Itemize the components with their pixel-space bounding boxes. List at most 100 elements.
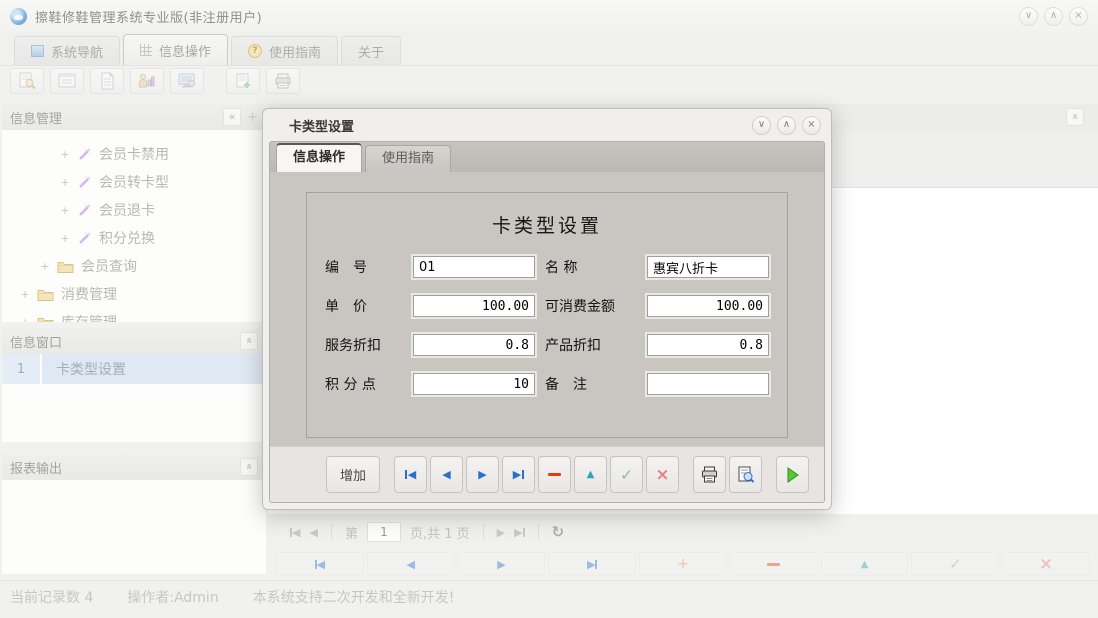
x-icon: × (1039, 554, 1053, 574)
minimize-button[interactable]: ∨ (1019, 7, 1038, 26)
card-type-form: 卡类型设置 编 号 名 称 单 价 可消费金额 服务折扣 产品折扣 积 分 点 (306, 192, 788, 438)
record-insert-button[interactable]: + (639, 552, 727, 576)
record-last-button[interactable]: ▶ (548, 552, 636, 576)
add-record-button[interactable] (226, 68, 260, 94)
page-number-input[interactable] (367, 522, 401, 542)
dialog-tab-information-operation[interactable]: 信息操作 (276, 143, 362, 172)
nav-next-button[interactable]: ▶ (466, 456, 499, 493)
cancel-button[interactable]: × (646, 456, 679, 493)
tab-information-operation[interactable]: 信息操作 (123, 34, 228, 65)
printer-button[interactable] (266, 68, 300, 94)
record-post-button[interactable]: ✓ (911, 552, 999, 576)
sidebar: 信息管理 « + + 会员卡禁用 + 会员转卡型 + 会员退卡 + 积分兑换 +… (0, 96, 268, 580)
dialog-maximize-button[interactable]: ∧ (777, 116, 796, 135)
remark-input[interactable] (647, 373, 769, 395)
dialog-close-button[interactable]: × (802, 116, 821, 135)
first-page-button[interactable]: ◀ (290, 527, 300, 538)
play-icon (786, 467, 800, 483)
product-discount-input[interactable] (647, 334, 769, 356)
code-input[interactable] (413, 256, 535, 278)
member-report-button[interactable] (130, 68, 164, 94)
add-button[interactable]: 增加 (326, 456, 380, 493)
dialog-header: 卡类型设置 ∨ ∧ × (263, 109, 831, 141)
record-first-button[interactable]: ◀ (276, 552, 364, 576)
tree-item-points-exchange[interactable]: + 积分兑换 (2, 224, 266, 252)
service-discount-input[interactable] (413, 334, 535, 356)
minus-icon (548, 473, 561, 476)
tree-item-member-card-disable[interactable]: + 会员卡禁用 (2, 140, 266, 168)
monitor-button[interactable] (170, 68, 204, 94)
field-label-points: 积 分 点 (325, 374, 403, 394)
expand-icon[interactable]: + (60, 148, 70, 161)
close-button[interactable]: × (1069, 7, 1088, 26)
expand-icon[interactable]: + (60, 204, 70, 217)
page-suffix-label: 页,共 1 页 (410, 523, 470, 542)
collapse-info-window-button[interactable]: « (240, 332, 258, 350)
close-icon: × (1074, 10, 1082, 21)
chevrons-up-icon: « (241, 463, 256, 470)
edit-button[interactable]: ▲ (574, 456, 607, 493)
tab-about[interactable]: 关于 (341, 36, 401, 65)
document-search-button[interactable] (10, 68, 44, 94)
document-button[interactable] (90, 68, 124, 94)
bar-icon (522, 470, 524, 479)
run-button[interactable] (776, 456, 809, 493)
maximize-button[interactable]: ∧ (1044, 7, 1063, 26)
expand-icon[interactable]: + (20, 288, 30, 301)
expand-icon[interactable]: + (20, 316, 30, 323)
delete-button[interactable] (538, 456, 571, 493)
tree-item-inventory-management[interactable]: + 库存管理 (2, 308, 266, 322)
tree-item-member-card-transfer[interactable]: + 会员转卡型 (2, 168, 266, 196)
collapse-main-panel-button[interactable]: « (1066, 108, 1084, 126)
name-input[interactable] (647, 256, 769, 278)
nav-first-button[interactable]: ◀ (394, 456, 427, 493)
wand-icon (77, 176, 92, 189)
field-label-remark: 备 注 (545, 374, 637, 394)
next-page-button[interactable]: ▶ (497, 527, 505, 538)
tree-item-consumption-management[interactable]: + 消费管理 (2, 280, 266, 308)
previous-page-button[interactable]: ◀ (309, 527, 317, 538)
refresh-icon[interactable]: ↻ (552, 523, 565, 541)
tab-user-guide[interactable]: ? 使用指南 (231, 36, 338, 65)
nav-previous-button[interactable]: ◀ (430, 456, 463, 493)
expand-icon[interactable]: + (60, 176, 70, 189)
wand-icon (77, 204, 92, 217)
dialog-minimize-button[interactable]: ∨ (752, 116, 771, 135)
record-edit-button[interactable]: ▲ (821, 552, 909, 576)
print-preview-button[interactable] (729, 456, 762, 493)
tree-item-member-query[interactable]: + 会员查询 (2, 252, 266, 280)
app-logo-icon (10, 8, 27, 25)
collapse-report-output-button[interactable]: « (240, 458, 258, 476)
expand-icon[interactable]: + (60, 232, 70, 245)
points-input[interactable] (413, 373, 535, 395)
field-label-unit-price: 单 价 (325, 296, 403, 316)
collapse-sidebar-button[interactable]: « (223, 108, 241, 126)
add-icon[interactable]: + (247, 110, 258, 125)
tab-label: 关于 (358, 42, 384, 61)
record-delete-button[interactable] (730, 552, 818, 576)
tree-item-member-card-return[interactable]: + 会员退卡 (2, 196, 266, 224)
tab-label: 使用指南 (382, 151, 434, 166)
dialog-tab-user-guide[interactable]: 使用指南 (365, 145, 451, 172)
info-management-header: 信息管理 « + (2, 104, 266, 130)
record-next-button[interactable]: ▶ (458, 552, 546, 576)
expand-icon[interactable]: + (40, 260, 50, 273)
bar-icon (523, 528, 525, 537)
record-cancel-button[interactable]: × (1002, 552, 1090, 576)
document-icon (97, 72, 117, 90)
info-window-row-card-type[interactable]: 1 卡类型设置 (2, 354, 266, 384)
tab-system-navigation[interactable]: 系统导航 (14, 36, 120, 65)
nav-last-button[interactable]: ▶ (502, 456, 535, 493)
record-previous-button[interactable]: ◀ (367, 552, 455, 576)
post-button[interactable]: ✓ (610, 456, 643, 493)
unit-price-input[interactable] (413, 295, 535, 317)
spendable-amount-input[interactable] (647, 295, 769, 317)
tree-item-label: 会员查询 (81, 256, 137, 276)
print-button[interactable] (693, 456, 726, 493)
add-record-icon (233, 72, 253, 90)
report-output-header: 报表输出 « (2, 454, 266, 480)
last-page-button[interactable]: ▶ (514, 527, 524, 538)
form-view-button[interactable] (50, 68, 84, 94)
separator (331, 524, 332, 540)
field-label-service-discount: 服务折扣 (325, 335, 403, 355)
